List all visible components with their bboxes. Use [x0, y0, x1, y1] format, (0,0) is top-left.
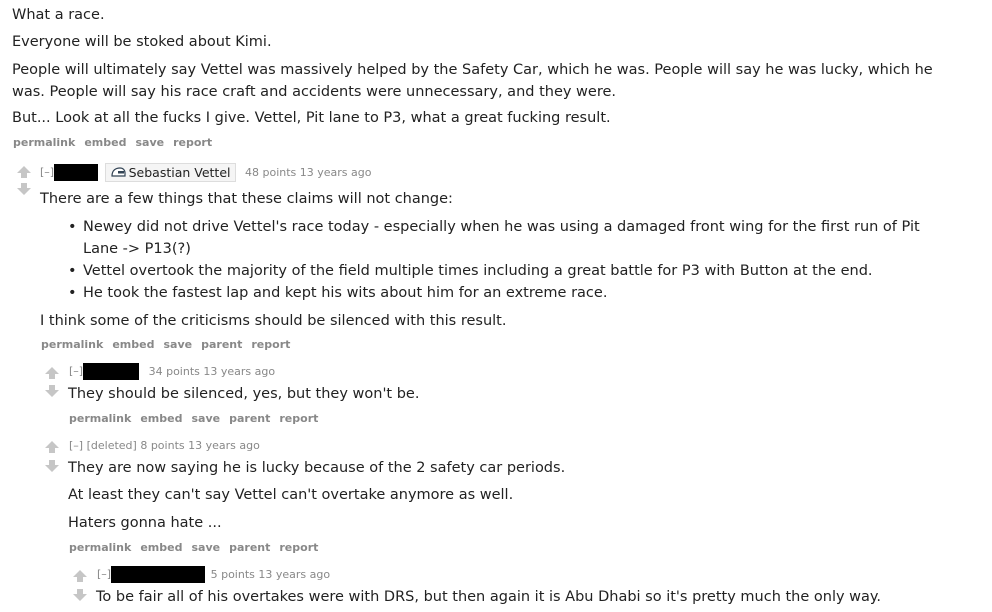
- parent-link[interactable]: parent: [229, 541, 270, 554]
- comment-paragraph: They should be silenced, yes, but they w…: [68, 386, 420, 402]
- report-link[interactable]: report: [279, 541, 318, 554]
- upvote-arrow-icon[interactable]: [73, 570, 87, 582]
- points-and-time: 8 points 13 years ago: [140, 439, 260, 452]
- downvote-arrow-icon[interactable]: [45, 460, 59, 472]
- downvote-arrow-icon[interactable]: [73, 589, 87, 601]
- save-link[interactable]: save: [135, 136, 164, 149]
- parent-link[interactable]: parent: [229, 412, 270, 425]
- save-link[interactable]: save: [191, 541, 220, 554]
- points-and-time: 5 points 13 years ago: [210, 567, 331, 581]
- collapse-toggle[interactable]: [–]: [69, 439, 83, 452]
- flair-text: Sebastian Vettel: [128, 165, 231, 180]
- embed-link[interactable]: embed: [84, 136, 126, 149]
- embed-link[interactable]: embed: [112, 338, 154, 351]
- downvote-arrow-icon[interactable]: [17, 183, 31, 195]
- collapse-toggle[interactable]: [–]: [97, 568, 111, 581]
- comment-tagline: [–] Sebastian Vettel 48 points 13 years …: [40, 163, 372, 182]
- deleted-author: [deleted]: [86, 439, 137, 452]
- comment-tagline: [–] [deleted] 8 points 13 years ago: [69, 439, 260, 452]
- user-flair: Sebastian Vettel: [104, 163, 236, 182]
- comment-paragraph: To be fair all of his overtakes were wit…: [96, 589, 882, 605]
- embed-link[interactable]: embed: [140, 541, 182, 554]
- parent-link[interactable]: parent: [201, 338, 242, 351]
- comment-paragraph: Everyone will be stoked about Kimi.: [12, 34, 272, 50]
- comment-paragraph: I think some of the criticisms should be…: [40, 313, 507, 329]
- bullet-list: Newey did not drive Vettel's race today …: [67, 216, 947, 304]
- comment-tagline: [–] 34 points 13 years ago: [69, 363, 275, 380]
- redacted-username: [83, 363, 140, 380]
- permalink-link[interactable]: permalink: [41, 338, 103, 351]
- comment-paragraph: There are a few things that these claims…: [40, 191, 453, 207]
- points-and-time: 48 points 13 years ago: [245, 165, 372, 179]
- upvote-arrow-icon[interactable]: [45, 367, 59, 379]
- comment-paragraph: What a race.: [12, 7, 105, 23]
- collapse-toggle[interactable]: [–]: [69, 365, 83, 378]
- comment-paragraph: At least they can't say Vettel can't ove…: [68, 487, 514, 503]
- upvote-arrow-icon[interactable]: [17, 166, 31, 178]
- comment-tagline: [–] 5 points 13 years ago: [97, 566, 330, 583]
- list-item: Newey did not drive Vettel's race today …: [67, 216, 947, 260]
- comment-paragraph: Haters gonna hate ...: [68, 515, 222, 531]
- report-link[interactable]: report: [251, 338, 290, 351]
- permalink-link[interactable]: permalink: [13, 136, 75, 149]
- embed-link[interactable]: embed: [140, 412, 182, 425]
- save-link[interactable]: save: [191, 412, 220, 425]
- comment-action-links: permalink embed save parent report: [41, 338, 299, 351]
- comment-paragraph: But... Look at all the fucks I give. Vet…: [12, 110, 611, 126]
- list-item: He took the fastest lap and kept his wit…: [67, 282, 947, 304]
- upvote-arrow-icon[interactable]: [45, 441, 59, 453]
- save-link[interactable]: save: [163, 338, 192, 351]
- report-link[interactable]: report: [279, 412, 318, 425]
- helmet-icon: [110, 166, 126, 177]
- collapse-toggle[interactable]: [–]: [40, 166, 54, 179]
- comment-paragraph: People will ultimately say Vettel was ma…: [12, 62, 933, 100]
- permalink-link[interactable]: permalink: [69, 412, 131, 425]
- comment-action-links: permalink embed save parent report: [69, 412, 327, 425]
- redacted-username: [54, 164, 99, 181]
- comment-action-links: permalink embed save report: [13, 136, 221, 149]
- list-item: Vettel overtook the majority of the fiel…: [67, 260, 947, 282]
- comment-action-links: permalink embed save parent report: [69, 541, 327, 554]
- comment-paragraph: They are now saying he is lucky because …: [68, 460, 566, 476]
- report-link[interactable]: report: [173, 136, 212, 149]
- points-and-time: 34 points 13 years ago: [148, 364, 276, 378]
- permalink-link[interactable]: permalink: [69, 541, 131, 554]
- redacted-username: [111, 566, 206, 583]
- downvote-arrow-icon[interactable]: [45, 385, 59, 397]
